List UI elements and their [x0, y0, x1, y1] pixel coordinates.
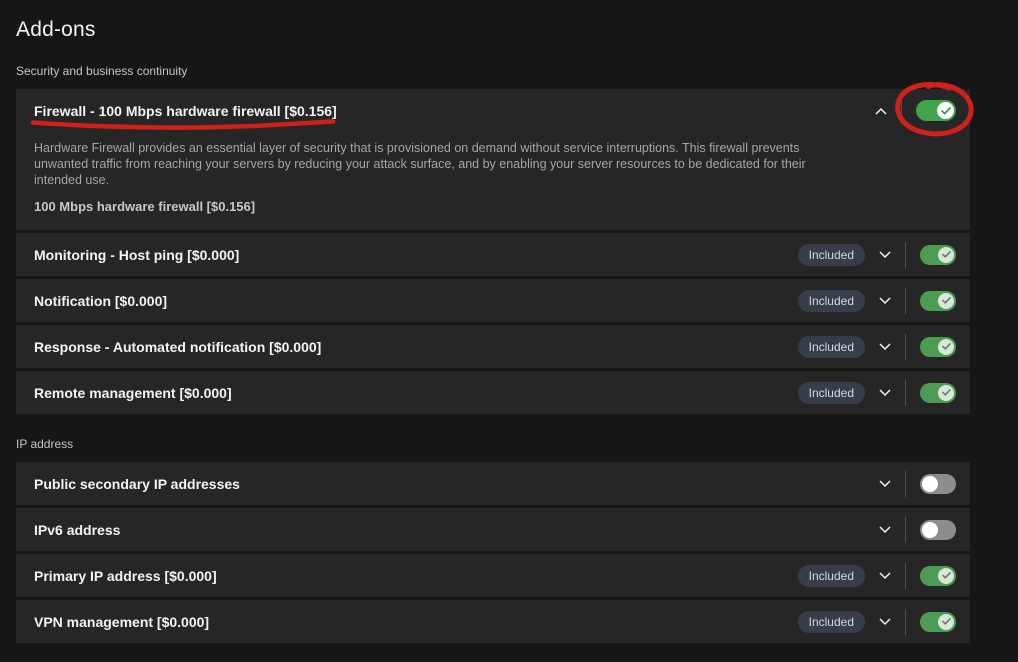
section-label: IP address	[16, 437, 1002, 451]
chevron-down-icon[interactable]	[878, 386, 892, 400]
included-badge: Included	[798, 244, 865, 266]
response-toggle[interactable]	[920, 337, 956, 357]
addon-title: Response - Automated notification [$0.00…	[34, 339, 321, 355]
checkmark-icon	[938, 247, 954, 263]
public-secondary-ip-toggle[interactable]	[920, 474, 956, 494]
row-controls: Included	[798, 380, 956, 406]
addon-tile-primary-ip: Primary IP address [$0.000] Included	[16, 554, 970, 597]
chevron-down-icon[interactable]	[878, 248, 892, 262]
addon-title: VPN management [$0.000]	[34, 614, 209, 630]
section-ip-address: IP address Public secondary IP addresses	[16, 437, 1002, 643]
included-badge: Included	[798, 336, 865, 358]
addon-title: IPv6 address	[34, 522, 120, 538]
row-controls: Included	[798, 609, 956, 635]
row-controls	[878, 517, 956, 543]
addon-tile-monitoring: Monitoring - Host ping [$0.000] Included	[16, 233, 970, 276]
addon-title: Monitoring - Host ping [$0.000]	[34, 247, 239, 263]
included-badge: Included	[798, 565, 865, 587]
checkmark-icon	[937, 102, 954, 119]
addon-title: Firewall - 100 Mbps hardware firewall [$…	[34, 103, 337, 119]
chevron-down-icon[interactable]	[878, 523, 892, 537]
included-badge: Included	[798, 290, 865, 312]
firewall-details: Hardware Firewall provides an essential …	[16, 132, 970, 230]
row-controls: Included	[798, 242, 956, 268]
row-controls	[878, 471, 956, 497]
addon-row-ipv6[interactable]: IPv6 address	[16, 508, 970, 551]
section-label: Security and business continuity	[16, 64, 1002, 78]
addon-row-response[interactable]: Response - Automated notification [$0.00…	[16, 325, 970, 368]
addon-row-monitoring[interactable]: Monitoring - Host ping [$0.000] Included	[16, 233, 970, 276]
firewall-description: Hardware Firewall provides an essential …	[34, 140, 836, 188]
addon-title: Public secondary IP addresses	[34, 476, 240, 492]
addon-row-primary-ip[interactable]: Primary IP address [$0.000] Included	[16, 554, 970, 597]
primary-ip-toggle[interactable]	[920, 566, 956, 586]
row-controls: Included	[798, 288, 956, 314]
addons-page: Add-ons Security and business continuity…	[0, 0, 1018, 643]
checkmark-icon	[938, 293, 954, 309]
chevron-down-icon[interactable]	[878, 294, 892, 308]
divider	[905, 471, 906, 497]
row-controls: Included	[798, 563, 956, 589]
notification-toggle[interactable]	[920, 291, 956, 311]
addon-tile-remote-management: Remote management [$0.000] Included	[16, 371, 970, 414]
section-security: Security and business continuity Firewal…	[16, 64, 1002, 414]
chevron-down-icon[interactable]	[878, 615, 892, 629]
checkmark-icon	[938, 385, 954, 401]
addon-tile-firewall: Firewall - 100 Mbps hardware firewall [$…	[16, 89, 970, 230]
page-title: Add-ons	[16, 18, 1002, 42]
row-controls	[874, 98, 956, 124]
addon-row-remote-management[interactable]: Remote management [$0.000] Included	[16, 371, 970, 414]
addon-tile-ipv6: IPv6 address	[16, 508, 970, 551]
addon-tile-notification: Notification [$0.000] Included	[16, 279, 970, 322]
addon-title: Notification [$0.000]	[34, 293, 167, 309]
checkmark-icon	[938, 568, 954, 584]
remote-management-toggle[interactable]	[920, 383, 956, 403]
monitoring-toggle[interactable]	[920, 245, 956, 265]
firewall-selected-option: 100 Mbps hardware firewall [$0.156]	[34, 199, 952, 214]
chevron-down-icon[interactable]	[878, 340, 892, 354]
included-badge: Included	[798, 611, 865, 633]
chevron-up-icon[interactable]	[874, 104, 888, 118]
addon-tile-response: Response - Automated notification [$0.00…	[16, 325, 970, 368]
chevron-down-icon[interactable]	[878, 569, 892, 583]
included-badge: Included	[798, 382, 865, 404]
chevron-down-icon[interactable]	[878, 477, 892, 491]
divider	[905, 380, 906, 406]
divider	[905, 242, 906, 268]
addon-title: Primary IP address [$0.000]	[34, 568, 217, 584]
addon-row-firewall[interactable]: Firewall - 100 Mbps hardware firewall [$…	[16, 89, 970, 132]
divider	[905, 563, 906, 589]
addon-row-notification[interactable]: Notification [$0.000] Included	[16, 279, 970, 322]
divider	[901, 98, 902, 124]
vpn-management-toggle[interactable]	[920, 612, 956, 632]
addon-title: Remote management [$0.000]	[34, 385, 232, 401]
firewall-toggle[interactable]	[916, 100, 956, 121]
checkmark-icon	[938, 614, 954, 630]
addon-row-vpn-management[interactable]: VPN management [$0.000] Included	[16, 600, 970, 643]
divider	[905, 334, 906, 360]
divider	[905, 517, 906, 543]
addon-tile-public-secondary-ip: Public secondary IP addresses	[16, 462, 970, 505]
ipv6-toggle[interactable]	[920, 520, 956, 540]
checkmark-icon	[938, 339, 954, 355]
addon-tile-vpn-management: VPN management [$0.000] Included	[16, 600, 970, 643]
divider	[905, 609, 906, 635]
addon-row-public-secondary-ip[interactable]: Public secondary IP addresses	[16, 462, 970, 505]
divider	[905, 288, 906, 314]
row-controls: Included	[798, 334, 956, 360]
